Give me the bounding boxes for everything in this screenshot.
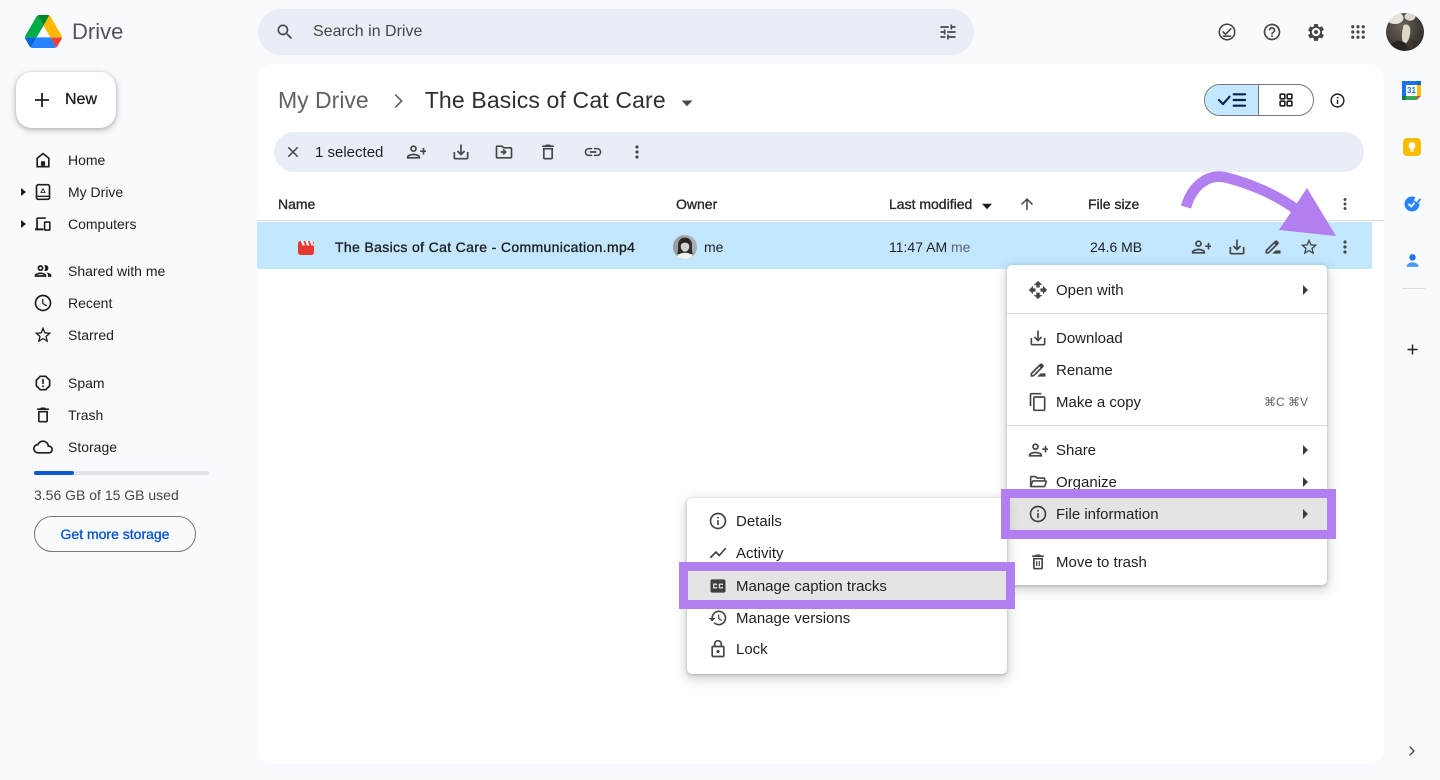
svg-text:31: 31 [1407,86,1416,95]
